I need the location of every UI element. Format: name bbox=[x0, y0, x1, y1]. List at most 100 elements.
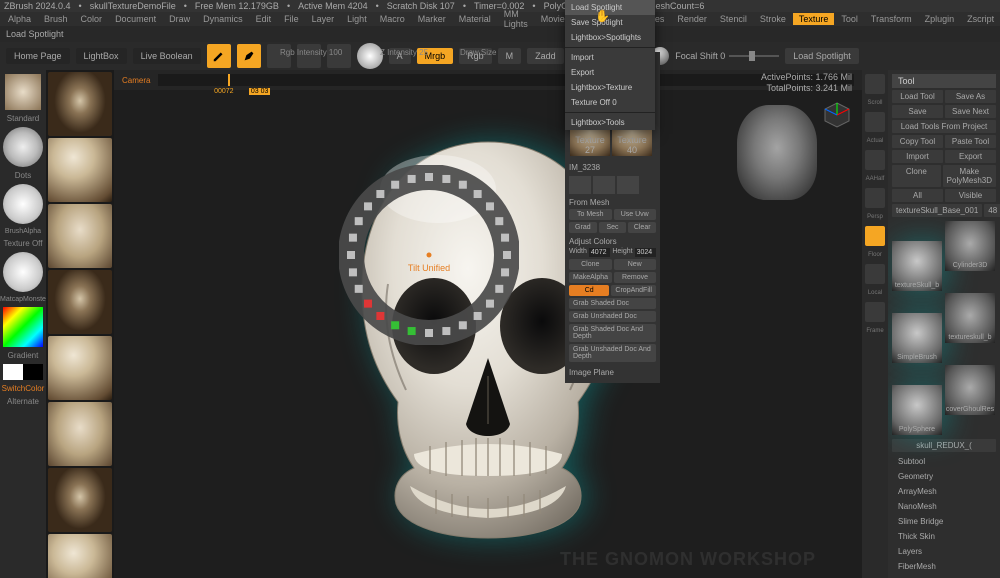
rightstrip-icon[interactable] bbox=[865, 188, 885, 208]
switchcolor-label[interactable]: SwitchColor bbox=[2, 384, 45, 393]
menu-zscript[interactable]: Zscript bbox=[961, 13, 1000, 25]
texture-thumb[interactable] bbox=[48, 468, 112, 532]
rightstrip-icon[interactable] bbox=[865, 226, 885, 246]
texture-thumb[interactable] bbox=[48, 270, 112, 334]
menu-color[interactable]: Color bbox=[75, 13, 109, 25]
subtool-item[interactable]: Slime Bridge bbox=[892, 514, 996, 529]
viewport[interactable]: Camera 00072 03 03 ActivePoints: 1.766 M… bbox=[114, 70, 862, 578]
menu-texture[interactable]: Texture bbox=[793, 13, 835, 25]
save-button[interactable]: Save bbox=[892, 105, 943, 118]
subtool-item[interactable]: Geometry HD bbox=[892, 574, 996, 578]
menu-file[interactable]: File bbox=[278, 13, 305, 25]
subtool-item[interactable]: Thick Skin bbox=[892, 529, 996, 544]
liveboolean-button[interactable]: Live Boolean bbox=[133, 48, 201, 64]
alternate-label[interactable]: Alternate bbox=[7, 397, 39, 406]
menu-dynamics[interactable]: Dynamics bbox=[197, 13, 249, 25]
menu-transform[interactable]: Transform bbox=[865, 13, 918, 25]
texture-thumb[interactable] bbox=[48, 204, 112, 268]
matcap-label: MatcapMonste bbox=[0, 296, 46, 303]
subtool-item[interactable]: NanoMesh bbox=[892, 499, 996, 514]
menu-material[interactable]: Material bbox=[453, 13, 497, 25]
menu-zplugin[interactable]: Zplugin bbox=[919, 13, 961, 25]
all-button[interactable]: All bbox=[892, 189, 943, 202]
texture-thumb[interactable] bbox=[48, 72, 112, 136]
draw-icon[interactable] bbox=[237, 44, 261, 68]
menu-stroke[interactable]: Stroke bbox=[754, 13, 792, 25]
menu-brush[interactable]: Brush bbox=[38, 13, 74, 25]
tool-thumb[interactable]: Cylinder3D bbox=[945, 221, 995, 271]
tool-thumb[interactable]: textureSkull_b bbox=[892, 241, 942, 291]
makepolymesh-button[interactable]: Make PolyMesh3D bbox=[943, 165, 996, 187]
dropdown-item[interactable]: Lightbox>Tools bbox=[565, 115, 655, 130]
shelf-icon[interactable] bbox=[5, 74, 41, 110]
copytool-button[interactable]: Copy Tool bbox=[892, 135, 943, 148]
texture-thumb[interactable] bbox=[48, 138, 112, 202]
export-button[interactable]: Export bbox=[945, 150, 996, 163]
timeline[interactable]: Camera 00072 03 03 bbox=[114, 70, 862, 90]
head-reference bbox=[737, 105, 817, 200]
brush-alpha[interactable] bbox=[3, 184, 43, 224]
visible-button[interactable]: Visible bbox=[945, 189, 996, 202]
menu-document[interactable]: Document bbox=[109, 13, 162, 25]
pastetool-button[interactable]: Paste Tool bbox=[945, 135, 996, 148]
menu-mm lights[interactable]: MM Lights bbox=[498, 8, 534, 30]
m-button[interactable]: M bbox=[498, 48, 522, 64]
menu-alpha[interactable]: Alpha bbox=[2, 13, 37, 25]
lightbox-button[interactable]: LightBox bbox=[76, 48, 127, 64]
mesh-name[interactable]: textureSkull_Base_001 bbox=[892, 204, 982, 217]
dropdown-item[interactable]: Load Spotlight bbox=[565, 0, 655, 15]
texop-icon[interactable] bbox=[617, 176, 639, 194]
menu-macro[interactable]: Macro bbox=[374, 13, 411, 25]
rightstrip-icon[interactable] bbox=[865, 112, 885, 132]
clone-button[interactable]: Clone bbox=[892, 165, 941, 187]
tool-thumb[interactable]: textureskull_b bbox=[945, 293, 995, 343]
texture-thumb[interactable] bbox=[48, 402, 112, 466]
subtool-item[interactable]: FiberMesh bbox=[892, 559, 996, 574]
color-swatches[interactable] bbox=[3, 364, 43, 380]
load-tool-button[interactable]: Load Tool bbox=[892, 90, 943, 103]
import-button[interactable]: Import bbox=[892, 150, 943, 163]
texop-icon[interactable] bbox=[593, 176, 615, 194]
color-picker[interactable] bbox=[3, 307, 43, 347]
tool-thumb[interactable]: SimpleBrush bbox=[892, 313, 942, 363]
dropdown-item[interactable]: Lightbox>Texture bbox=[565, 80, 655, 95]
dropdown-item[interactable]: Texture Off 0 bbox=[565, 95, 655, 110]
subtool-item[interactable]: Layers bbox=[892, 544, 996, 559]
subtool-name[interactable]: skull_REDUX_( bbox=[892, 439, 996, 452]
load-spotlight-button[interactable]: Load Spotlight bbox=[785, 48, 859, 64]
dropdown-item[interactable]: Import bbox=[565, 50, 655, 65]
menu-marker[interactable]: Marker bbox=[412, 13, 452, 25]
rightstrip-icon[interactable] bbox=[865, 74, 885, 94]
texture-slot[interactable] bbox=[3, 252, 43, 292]
dropdown-item[interactable]: Lightbox>Spotlights bbox=[565, 30, 655, 45]
dropdown-item[interactable]: Save Spotlight bbox=[565, 15, 655, 30]
menu-draw[interactable]: Draw bbox=[163, 13, 196, 25]
home-button[interactable]: Home Page bbox=[6, 48, 70, 64]
loadfromproject-button[interactable]: Load Tools From Project bbox=[892, 120, 996, 133]
rightstrip-icon[interactable] bbox=[865, 302, 885, 322]
texture-thumb[interactable] bbox=[48, 336, 112, 400]
menu-tool[interactable]: Tool bbox=[835, 13, 864, 25]
edit-icon[interactable] bbox=[207, 44, 231, 68]
subtool-item[interactable]: Subtool bbox=[892, 454, 996, 469]
tool-thumb[interactable]: PolySphere bbox=[892, 385, 942, 435]
axis-gizmo[interactable] bbox=[822, 100, 852, 130]
subtool-item[interactable]: Geometry bbox=[892, 469, 996, 484]
texture-thumb[interactable] bbox=[48, 534, 112, 578]
focal-slider[interactable]: Focal Shift 0 bbox=[675, 51, 779, 61]
menu-stencil[interactable]: Stencil bbox=[714, 13, 753, 25]
saveas-button[interactable]: Save As bbox=[945, 90, 996, 103]
dropdown-item[interactable]: Export bbox=[565, 65, 655, 80]
menu-layer[interactable]: Layer bbox=[306, 13, 341, 25]
subtool-item[interactable]: ArrayMesh bbox=[892, 484, 996, 499]
rightstrip-icon[interactable] bbox=[865, 150, 885, 170]
zadd-button[interactable]: Zadd bbox=[527, 48, 564, 64]
menu-render[interactable]: Render bbox=[671, 13, 713, 25]
brush-standard[interactable] bbox=[3, 127, 43, 167]
savenext-button[interactable]: Save Next bbox=[945, 105, 996, 118]
menu-edit[interactable]: Edit bbox=[250, 13, 278, 25]
rightstrip-icon[interactable] bbox=[865, 264, 885, 284]
menu-light[interactable]: Light bbox=[341, 13, 373, 25]
texop-icon[interactable] bbox=[569, 176, 591, 194]
tool-thumb[interactable]: coverGhoulRes bbox=[945, 365, 995, 415]
